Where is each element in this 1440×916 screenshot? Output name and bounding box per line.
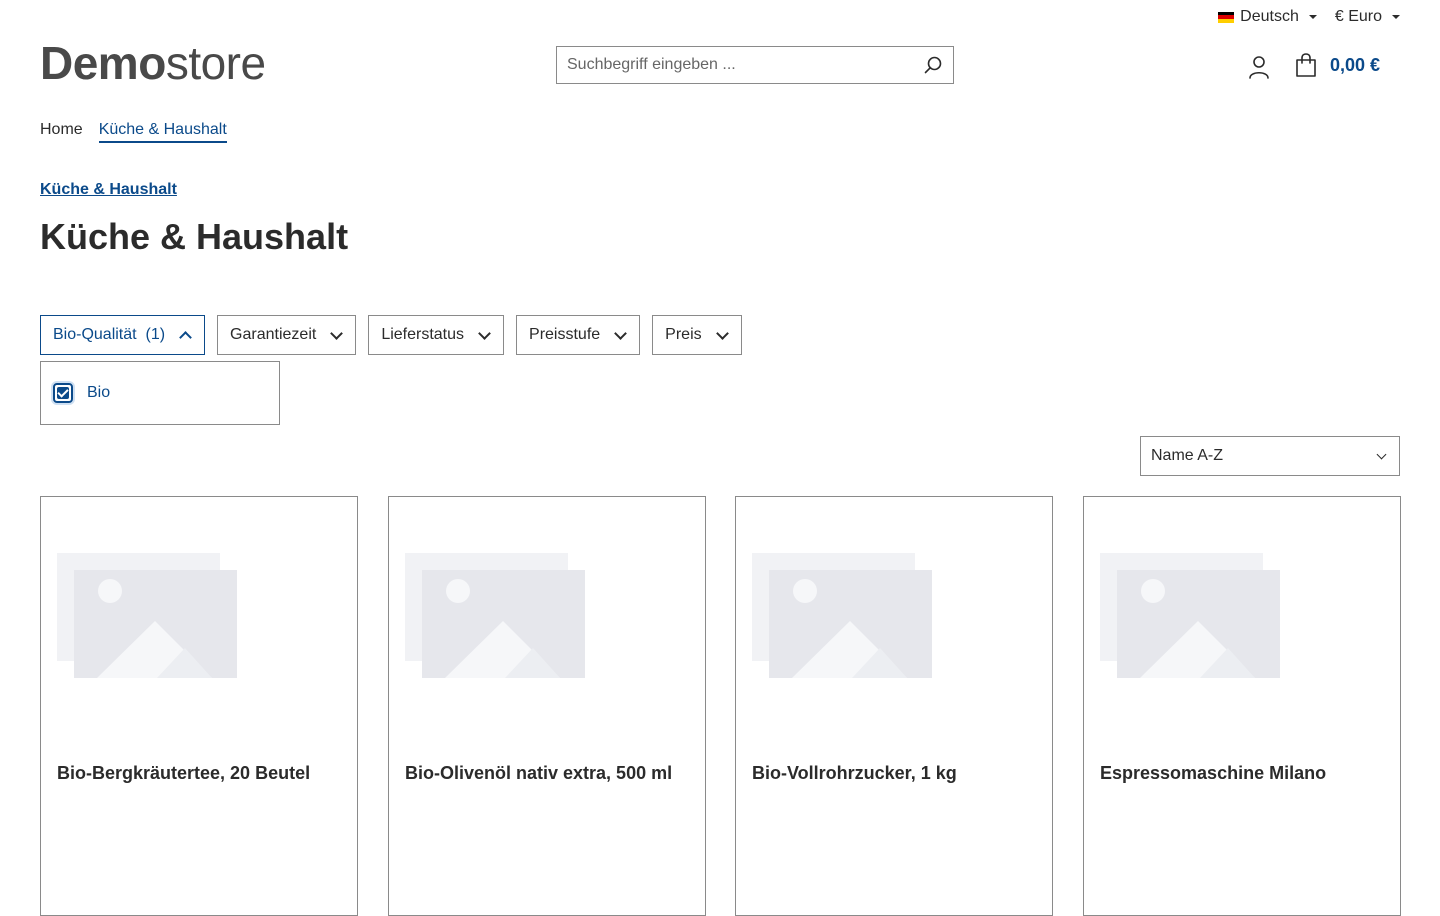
sort-selected-value: Name A-Z xyxy=(1151,447,1224,464)
product-card[interactable]: Bio-Vollrohrzucker, 1 kg xyxy=(735,496,1053,916)
chevron-down-icon xyxy=(478,326,491,340)
placeholder-image-icon xyxy=(57,553,237,678)
bio-checkbox[interactable] xyxy=(53,383,73,403)
bio-option-label[interactable]: Bio xyxy=(87,384,110,402)
breadcrumb-home[interactable]: Home xyxy=(40,121,83,143)
account-button[interactable] xyxy=(1246,54,1272,80)
breadcrumb-current[interactable]: Küche & Haushalt xyxy=(98,121,227,143)
filter-price[interactable]: Preis xyxy=(652,315,742,355)
store-logo[interactable]: Demostore xyxy=(40,38,266,88)
page-title: Küche & Haushalt xyxy=(40,216,349,257)
placeholder-image-icon xyxy=(1100,553,1280,678)
product-name[interactable]: Bio-Bergkräutertee, 20 Beutel xyxy=(57,763,310,784)
chevron-down-icon xyxy=(614,326,628,340)
language-selector[interactable]: Deutsch xyxy=(1218,8,1317,26)
filter-delivery-status[interactable]: Lieferstatus xyxy=(368,315,505,355)
breadcrumb: Home Küche & Haushalt xyxy=(40,121,227,143)
filter-bio-panel: Bio xyxy=(40,361,280,425)
product-name[interactable]: Espressomaschine Milano xyxy=(1100,763,1326,784)
category-link[interactable]: Küche & Haushalt xyxy=(40,181,177,199)
filter-label: Bio-Qualität (1) xyxy=(53,326,165,344)
chevron-down-icon xyxy=(715,326,729,340)
filter-price-level[interactable]: Preisstufe xyxy=(516,315,641,355)
product-name[interactable]: Bio-Vollrohrzucker, 1 kg xyxy=(752,763,957,784)
search-box xyxy=(556,46,954,84)
currency-label: € Euro xyxy=(1334,8,1382,25)
filter-delivery-label: Lieferstatus xyxy=(381,326,465,343)
user-icon xyxy=(1249,56,1269,79)
placeholder-image-icon xyxy=(752,553,932,678)
filter-price-label: Preis xyxy=(665,326,702,343)
filter-bar: Bio-Qualität (1) Garantiezeit Lieferstat… xyxy=(40,315,742,355)
filter-bio-count: (1) xyxy=(145,326,166,343)
chevron-down-icon xyxy=(330,326,344,340)
filter-warranty-label: Garantiezeit xyxy=(230,326,317,343)
placeholder-image-icon xyxy=(405,553,585,678)
caret-down-icon xyxy=(1392,15,1400,19)
cart-button[interactable]: 0,00 € xyxy=(1294,52,1380,78)
product-card[interactable]: Espressomaschine Milano xyxy=(1083,496,1401,916)
shopping-bag-icon xyxy=(1296,53,1316,77)
product-card[interactable]: Bio-Bergkräutertee, 20 Beutel xyxy=(40,496,358,916)
logo-bold-text: Demo xyxy=(40,37,166,89)
sort-select[interactable]: Name A-Z xyxy=(1140,436,1400,476)
filter-bio-quality[interactable]: Bio-Qualität (1) xyxy=(40,315,206,355)
top-bar: Deutsch € Euro xyxy=(1218,8,1400,26)
currency-selector[interactable]: € Euro xyxy=(1335,8,1400,26)
language-label: Deutsch xyxy=(1240,8,1299,25)
caret-down-icon xyxy=(1308,15,1317,19)
search-button[interactable] xyxy=(913,47,953,83)
filter-warranty[interactable]: Garantiezeit xyxy=(217,315,357,355)
search-input[interactable] xyxy=(557,47,913,83)
filter-bio-label: Bio-Qualität xyxy=(53,326,137,343)
search-icon xyxy=(924,56,942,74)
filter-price-level-label: Preisstufe xyxy=(529,326,601,343)
logo-light-text: store xyxy=(165,37,266,89)
german-flag-icon xyxy=(1218,11,1235,23)
chevron-down-icon xyxy=(1376,449,1387,459)
product-name[interactable]: Bio-Olivenöl nativ extra, 500 ml xyxy=(405,763,672,784)
product-card[interactable]: Bio-Olivenöl nativ extra, 500 ml xyxy=(388,496,706,916)
cart-total: 0,00 € xyxy=(1330,54,1381,75)
chevron-up-icon xyxy=(179,330,192,344)
